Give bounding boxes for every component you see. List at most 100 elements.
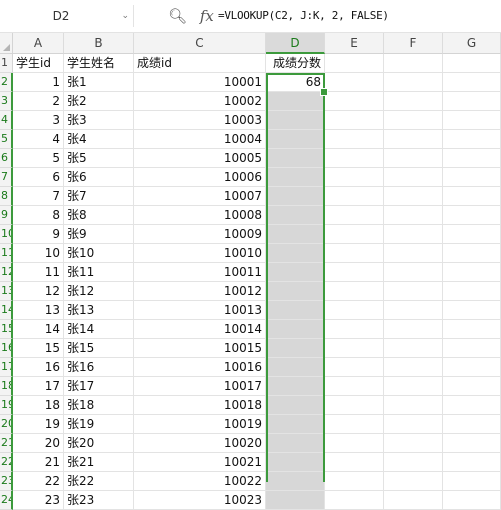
cell-e24[interactable] [325,491,384,510]
cell-b5[interactable]: 张4 [64,130,134,149]
cell-g21[interactable] [443,434,501,453]
cell-e16[interactable] [325,339,384,358]
cell-c10[interactable]: 10009 [134,225,266,244]
cell-c19[interactable]: 10018 [134,396,266,415]
cell-b24[interactable]: 张23 [64,491,134,510]
row-header-11[interactable]: 11 [0,244,13,263]
cell-b20[interactable]: 张19 [64,415,134,434]
cell-g2[interactable] [443,73,501,92]
cell-a15[interactable]: 14 [13,320,64,339]
cell-a16[interactable]: 15 [13,339,64,358]
cell-b4[interactable]: 张3 [64,111,134,130]
row-header-4[interactable]: 4 [0,111,13,130]
cell-b6[interactable]: 张5 [64,149,134,168]
cell-g15[interactable] [443,320,501,339]
cell-b2[interactable]: 张1 [64,73,134,92]
cell-a6[interactable]: 5 [13,149,64,168]
row-header-15[interactable]: 15 [0,320,13,339]
row-header-12[interactable]: 12 [0,263,13,282]
cell-g11[interactable] [443,244,501,263]
cell-f18[interactable] [384,377,443,396]
cell-e1[interactable] [325,54,384,73]
cell-c3[interactable]: 10002 [134,92,266,111]
cell-f9[interactable] [384,206,443,225]
cell-e14[interactable] [325,301,384,320]
row-header-13[interactable]: 13 [0,282,13,301]
row-header-9[interactable]: 9 [0,206,13,225]
column-header-g[interactable]: G [443,33,501,54]
cell-c11[interactable]: 10010 [134,244,266,263]
row-header-19[interactable]: 19 [0,396,13,415]
cell-b15[interactable]: 张14 [64,320,134,339]
cell-d9[interactable] [266,206,325,225]
cell-d13[interactable] [266,282,325,301]
cell-f5[interactable] [384,130,443,149]
cell-f8[interactable] [384,187,443,206]
cell-f6[interactable] [384,149,443,168]
cell-c2[interactable]: 10001 [134,73,266,92]
cell-b12[interactable]: 张11 [64,263,134,282]
cell-b10[interactable]: 张9 [64,225,134,244]
cell-e22[interactable] [325,453,384,472]
cell-g7[interactable] [443,168,501,187]
cell-a14[interactable]: 13 [13,301,64,320]
cell-c13[interactable]: 10012 [134,282,266,301]
cell-a21[interactable]: 20 [13,434,64,453]
cell-g1[interactable] [443,54,501,73]
row-header-20[interactable]: 20 [0,415,13,434]
row-header-5[interactable]: 5 [0,130,13,149]
cell-c16[interactable]: 10015 [134,339,266,358]
cell-a17[interactable]: 16 [13,358,64,377]
cell-b3[interactable]: 张2 [64,92,134,111]
cell-a1[interactable]: 学生id [13,54,64,73]
cell-a2[interactable]: 1 [13,73,64,92]
cell-g22[interactable] [443,453,501,472]
cell-d20[interactable] [266,415,325,434]
row-header-22[interactable]: 22 [0,453,13,472]
cell-e9[interactable] [325,206,384,225]
cell-c1[interactable]: 成绩id [134,54,266,73]
cell-g6[interactable] [443,149,501,168]
row-header-18[interactable]: 18 [0,377,13,396]
cell-e13[interactable] [325,282,384,301]
cell-d22[interactable] [266,453,325,472]
cell-d12[interactable] [266,263,325,282]
formula-input[interactable]: =VLOOKUP(C2, J:K, 2, FALSE) [218,5,389,27]
cell-c17[interactable]: 10016 [134,358,266,377]
cell-b11[interactable]: 张10 [64,244,134,263]
cell-g5[interactable] [443,130,501,149]
row-header-3[interactable]: 3 [0,92,13,111]
cell-d14[interactable] [266,301,325,320]
cell-d2[interactable]: 68 [266,73,325,92]
cell-f2[interactable] [384,73,443,92]
cell-d18[interactable] [266,377,325,396]
cell-a19[interactable]: 18 [13,396,64,415]
cell-e11[interactable] [325,244,384,263]
row-header-21[interactable]: 21 [0,434,13,453]
cell-f16[interactable] [384,339,443,358]
cell-e19[interactable] [325,396,384,415]
cell-d6[interactable] [266,149,325,168]
cell-e12[interactable] [325,263,384,282]
cell-c6[interactable]: 10005 [134,149,266,168]
cell-c24[interactable]: 10023 [134,491,266,510]
zoom-formula-icon[interactable]: 🔍︎ [168,7,187,25]
cell-c15[interactable]: 10014 [134,320,266,339]
cell-g3[interactable] [443,92,501,111]
cell-d10[interactable] [266,225,325,244]
cell-f4[interactable] [384,111,443,130]
cell-e15[interactable] [325,320,384,339]
cell-e17[interactable] [325,358,384,377]
cell-e10[interactable] [325,225,384,244]
cell-e6[interactable] [325,149,384,168]
row-header-2[interactable]: 2 [0,73,13,92]
cell-g12[interactable] [443,263,501,282]
cell-f21[interactable] [384,434,443,453]
column-header-f[interactable]: F [384,33,443,54]
cell-e18[interactable] [325,377,384,396]
cell-c5[interactable]: 10004 [134,130,266,149]
cell-g24[interactable] [443,491,501,510]
cell-f20[interactable] [384,415,443,434]
cell-e20[interactable] [325,415,384,434]
cell-f1[interactable] [384,54,443,73]
